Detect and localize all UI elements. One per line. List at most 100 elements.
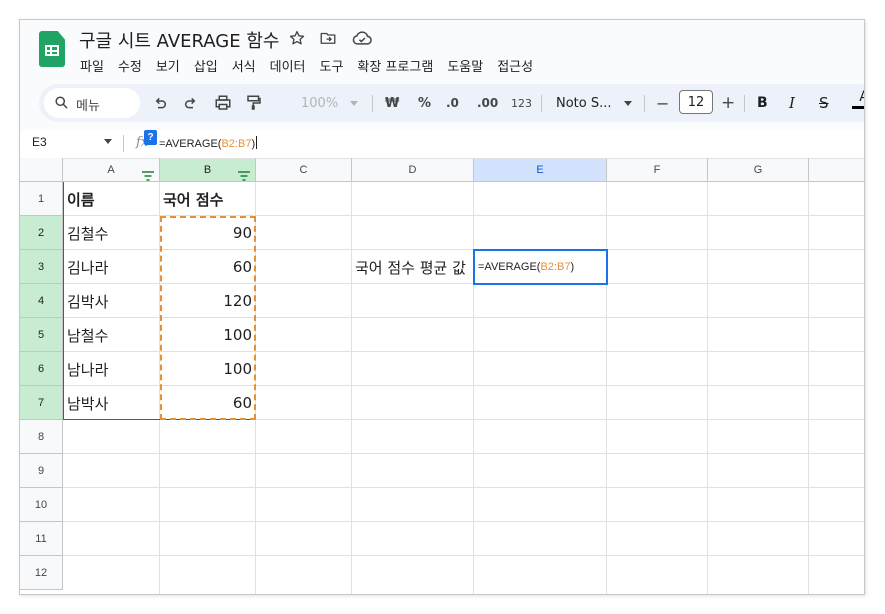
redo-icon[interactable] [183, 93, 199, 113]
select-all-corner[interactable] [20, 158, 63, 182]
toolbar: 메뉴 100% ₩ % .0 .00 123 Noto S... − 12 + … [39, 84, 864, 122]
star-icon[interactable] [288, 29, 306, 47]
column-header-g[interactable]: G [708, 158, 809, 182]
gridline [351, 182, 352, 594]
menu-tools[interactable]: 도구 [320, 56, 344, 76]
menu-edit[interactable]: 수정 [118, 56, 142, 76]
cell-a5[interactable]: 남철수 [64, 318, 159, 352]
cell-a3[interactable]: 김나라 [64, 250, 159, 284]
sheet-grid[interactable]: A B C D E F G 1 2 3 4 5 6 7 8 9 10 11 12 [20, 158, 864, 594]
gridline [808, 182, 809, 594]
zoom-select[interactable]: 100% [301, 93, 359, 113]
cloud-status-icon[interactable] [351, 29, 373, 47]
menu-data[interactable]: 데이터 [270, 56, 306, 76]
row-header-2[interactable]: 2 [20, 216, 63, 250]
menu-bar: 파일 수정 보기 삽입 서식 데이터 도구 확장 프로그램 도움말 접근성 [80, 56, 547, 76]
name-box-caret-icon[interactable] [104, 139, 112, 144]
font-family-select[interactable]: Noto S... [556, 93, 632, 113]
menu-search-box[interactable]: 메뉴 [44, 88, 140, 118]
row-header-3[interactable]: 3 [20, 250, 63, 284]
menu-extensions[interactable]: 확장 프로그램 [357, 56, 433, 76]
font-size-input[interactable]: 12 [679, 90, 713, 114]
column-header-c[interactable]: C [256, 158, 352, 182]
text-cursor [256, 136, 258, 149]
row-header-6[interactable]: 6 [20, 352, 63, 386]
filter-icon[interactable] [142, 171, 154, 181]
font-caret-icon [623, 100, 632, 106]
separator [644, 95, 645, 112]
formula-prefix: =AVERAGE( [159, 138, 222, 150]
print-icon[interactable] [214, 93, 232, 113]
row-header-7[interactable]: 7 [20, 386, 63, 420]
search-label: 메뉴 [76, 99, 100, 114]
decrease-decimal-label: .0 [446, 96, 459, 110]
name-box[interactable]: E3 [32, 135, 47, 149]
cell-a1[interactable]: 이름 [64, 182, 159, 216]
row-header-12[interactable]: 12 [20, 556, 63, 590]
column-header-d[interactable]: D [352, 158, 474, 182]
separator [372, 95, 373, 112]
active-formula-ref: B2:B7 [540, 261, 571, 273]
menu-insert[interactable]: 삽입 [194, 56, 218, 76]
zoom-caret-icon [350, 100, 359, 106]
font-size-decrease-button[interactable]: − [656, 93, 669, 113]
search-icon [54, 95, 69, 114]
increase-decimal-button[interactable]: .00 [477, 93, 498, 113]
bold-button[interactable]: B [757, 93, 768, 113]
formula-range-ref: B2:B7 [221, 138, 252, 150]
column-header-f[interactable]: F [607, 158, 708, 182]
undo-icon[interactable] [152, 93, 168, 113]
formula-help-icon[interactable]: ? [144, 130, 157, 145]
row-header-5[interactable]: 5 [20, 318, 63, 352]
menu-format[interactable]: 서식 [232, 56, 256, 76]
cell-a4[interactable]: 김박사 [64, 284, 159, 318]
cell-a7[interactable]: 남박사 [64, 386, 159, 420]
row-header-10[interactable]: 10 [20, 488, 63, 522]
menu-help[interactable]: 도움말 [447, 56, 483, 76]
sheets-logo-icon[interactable] [39, 31, 65, 67]
active-cell-editor[interactable]: =AVERAGE(B2:B7) [478, 251, 574, 283]
row-header-8[interactable]: 8 [20, 420, 63, 454]
gridline [606, 182, 607, 594]
row-header-1[interactable]: 1 [20, 182, 63, 216]
menu-view[interactable]: 보기 [156, 56, 180, 76]
row-header-11[interactable]: 11 [20, 522, 63, 556]
document-title[interactable]: 구글 시트 AVERAGE 함수 [79, 27, 279, 53]
gridline [473, 182, 474, 594]
gridline [63, 555, 864, 556]
cell-a6[interactable]: 남나라 [64, 352, 159, 386]
move-to-folder-icon[interactable] [319, 29, 337, 47]
column-header-h[interactable] [809, 158, 864, 182]
separator [123, 135, 124, 152]
column-header-e[interactable]: E [474, 158, 607, 182]
decrease-decimal-button[interactable]: .0 [446, 93, 459, 113]
active-formula-prefix: =AVERAGE( [478, 261, 541, 273]
formula-suffix: ) [251, 138, 256, 150]
gridline [707, 182, 708, 594]
active-cell-e3[interactable]: =AVERAGE(B2:B7) [473, 249, 608, 285]
cell-b1[interactable]: 국어 점수 [160, 182, 255, 216]
number-format-button[interactable]: 123 [511, 93, 532, 113]
formula-input[interactable]: =AVERAGE(B2:B7) [159, 136, 258, 150]
cell-d3[interactable]: 국어 점수 평균 값 [352, 250, 474, 284]
separator [541, 95, 542, 112]
currency-format-button[interactable]: ₩ [385, 93, 399, 113]
text-color-button[interactable]: A [852, 89, 864, 109]
font-size-increase-button[interactable]: + [721, 93, 735, 113]
menu-accessibility[interactable]: 접근성 [497, 56, 533, 76]
text-color-swatch [852, 106, 864, 109]
gridline [63, 521, 864, 522]
percent-format-button[interactable]: % [418, 93, 431, 113]
italic-button[interactable]: I [789, 93, 795, 113]
increase-decimal-label: .00 [477, 96, 499, 110]
cell-a2[interactable]: 김철수 [64, 216, 159, 250]
row-header-4[interactable]: 4 [20, 284, 63, 318]
filter-icon[interactable] [238, 171, 250, 181]
text-color-label: A [859, 89, 864, 105]
paint-format-icon[interactable] [245, 93, 263, 113]
menu-file[interactable]: 파일 [80, 56, 104, 76]
range-reference-highlight [160, 216, 256, 420]
row-header-9[interactable]: 9 [20, 454, 63, 488]
app-window: 구글 시트 AVERAGE 함수 파일 수정 보기 삽입 서식 데이터 도구 확… [19, 19, 865, 595]
strikethrough-button[interactable]: S [819, 93, 829, 113]
